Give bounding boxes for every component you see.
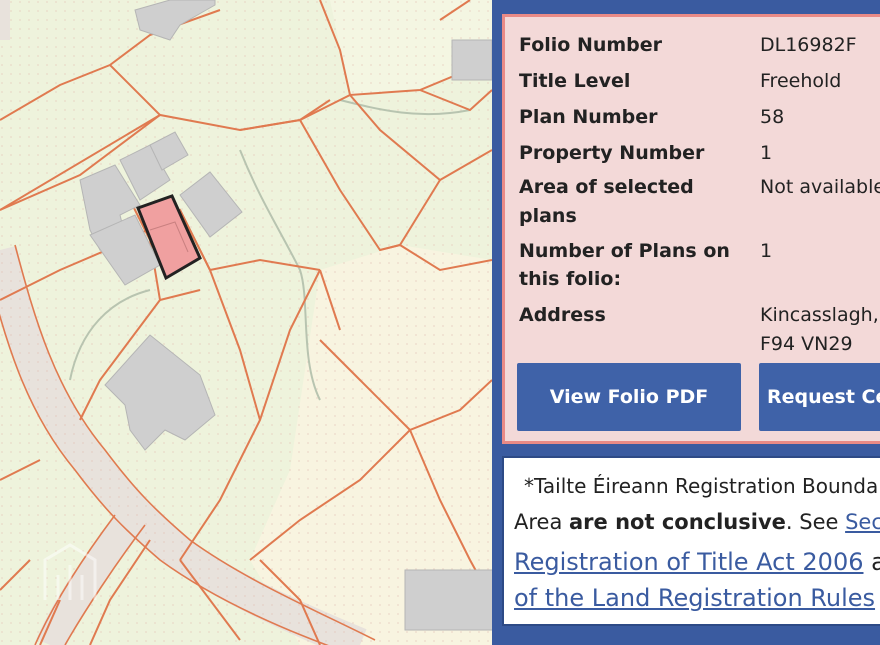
- registration-act-link[interactable]: Registration of Title Act 2006: [514, 548, 864, 576]
- note-line3-post: a: [871, 548, 880, 576]
- folio-panel: Folio Number DL16982F Title Level Freeho…: [492, 0, 880, 645]
- area-row: Area of selected plans Not available: [519, 173, 880, 231]
- folio-number-label: Folio Number: [519, 34, 663, 56]
- folio-info-box: Folio Number DL16982F Title Level Freeho…: [502, 14, 880, 444]
- plans-count-row: Number of Plans on this folio: 1: [519, 237, 880, 295]
- address-line1: Kincasslagh,: [760, 304, 879, 326]
- note-line4: of the Land Registration Rules: [514, 584, 875, 612]
- address-label: Address: [519, 304, 606, 326]
- title-level-value: Freehold: [760, 70, 842, 92]
- property-number-value: 1: [760, 142, 773, 164]
- property-number-label: Property Number: [519, 142, 705, 164]
- note-bold: are not conclusive: [569, 510, 786, 534]
- area-label-line2: plans: [519, 205, 577, 227]
- folio-number-value: DL16982F: [760, 34, 857, 56]
- request-cert-button[interactable]: Request Ce: [759, 363, 880, 431]
- view-folio-pdf-button[interactable]: View Folio PDF: [517, 363, 741, 431]
- note-line2-pre: Area: [514, 510, 570, 534]
- plans-count-value: 1: [760, 240, 773, 262]
- section-link[interactable]: Sect: [845, 510, 880, 534]
- map-canvas[interactable]: [0, 0, 492, 645]
- address-line2: F94 VN29: [760, 333, 853, 355]
- plan-number-label: Plan Number: [519, 106, 658, 128]
- note-line2: Area are not conclusive. See Sect: [514, 510, 880, 534]
- land-registration-rules-link[interactable]: of the Land Registration Rules: [514, 584, 875, 612]
- plan-number-value: 58: [760, 106, 785, 128]
- map-view[interactable]: [0, 0, 492, 645]
- note-line3: Registration of Title Act 2006 a: [514, 548, 880, 576]
- address-row: Address Kincasslagh, F94 VN29: [519, 301, 880, 359]
- note-line1: *Tailte Éireann Registration Bounda: [524, 474, 879, 498]
- area-label-line1: Area of selected: [519, 176, 694, 198]
- title-level-label: Title Level: [519, 70, 631, 92]
- plans-count-label-line1: Number of Plans on: [519, 240, 730, 262]
- registration-note: *Tailte Éireann Registration Bounda Area…: [502, 456, 880, 626]
- area-value: Not available: [760, 176, 880, 198]
- plans-count-label-line2: this folio:: [519, 268, 622, 290]
- note-line2-mid: . See: [785, 510, 846, 534]
